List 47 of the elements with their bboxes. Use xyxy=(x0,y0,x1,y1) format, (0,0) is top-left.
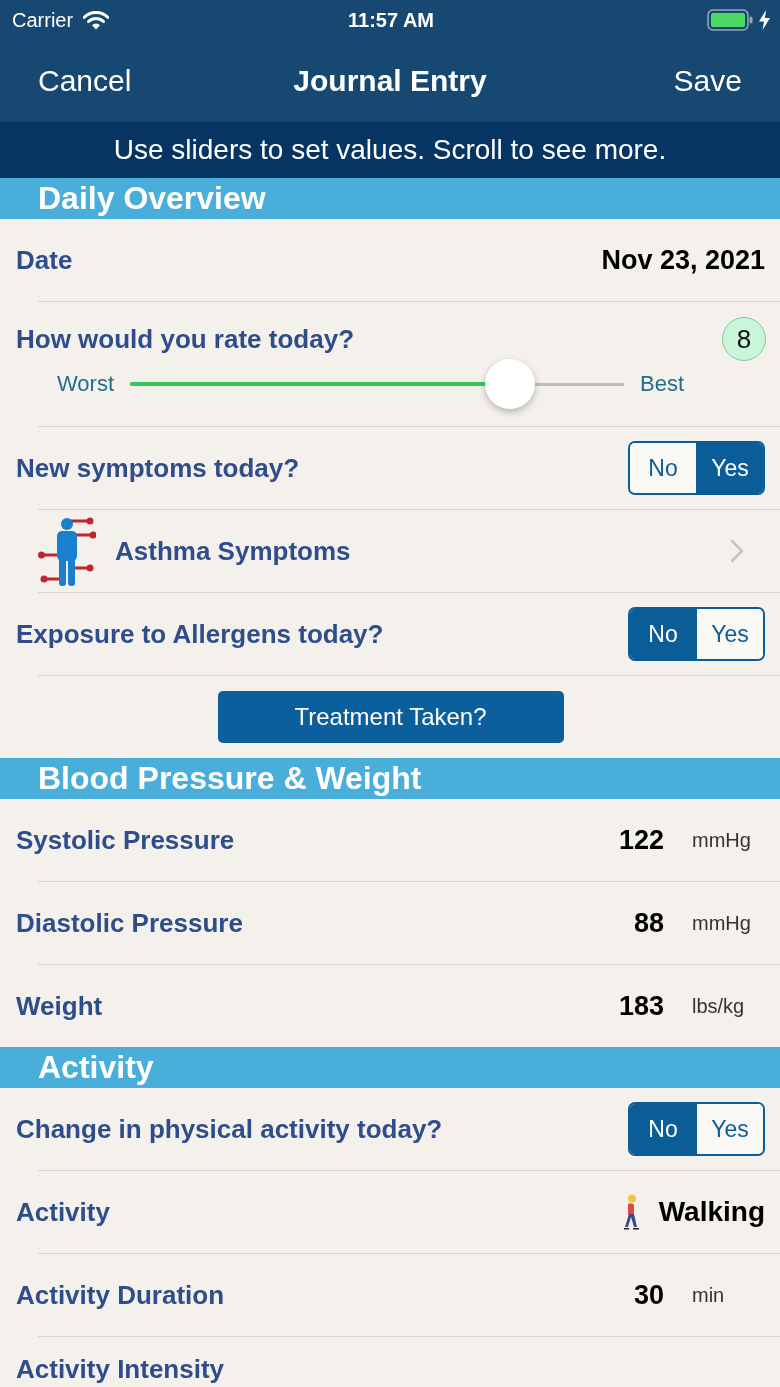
field-value[interactable]: Nov 23, 2021 xyxy=(601,244,765,276)
carrier-label: Carrier xyxy=(12,8,74,32)
unit-label: mmHg xyxy=(692,911,752,935)
field-value[interactable]: Walking xyxy=(658,1196,765,1228)
field-label: Activity Duration xyxy=(16,1279,226,1311)
question-label: Activity Intensity xyxy=(16,1353,226,1385)
save-button[interactable]: Save xyxy=(673,64,742,98)
field-value[interactable]: 30 xyxy=(633,1279,664,1311)
treatment-button[interactable]: Treatment Taken? xyxy=(217,691,564,743)
cancel-button[interactable]: Cancel xyxy=(38,64,132,98)
unit-label: lbs/kg xyxy=(692,994,746,1018)
question-label: New symptoms today? xyxy=(16,452,301,484)
wifi-icon xyxy=(83,10,110,30)
field-label: Systolic Pressure xyxy=(16,824,236,856)
field-label: Diastolic Pressure xyxy=(16,907,244,939)
field-label: Date xyxy=(16,244,74,276)
segment-option[interactable]: Yes xyxy=(696,609,763,659)
instruction-banner: Use sliders to set values. Scroll to see more. xyxy=(0,122,780,178)
section-header: Blood Pressure & Weight xyxy=(0,758,780,799)
unit-label: mmHg xyxy=(692,828,752,852)
field-value[interactable]: 122 xyxy=(618,824,664,856)
segment-option[interactable]: Yes xyxy=(696,443,763,493)
symptoms-link[interactable]: Asthma Symptoms xyxy=(115,535,711,567)
segment-option[interactable]: No xyxy=(630,443,696,493)
question-label: Exposure to Allergens today? xyxy=(16,618,385,650)
segment-option[interactable]: No xyxy=(630,609,696,659)
question-label: Change in physical activity today? xyxy=(16,1113,444,1145)
field-label: Weight xyxy=(16,990,104,1022)
field-value[interactable]: 88 xyxy=(633,907,664,939)
person-icon xyxy=(38,516,96,586)
slider-min-label: Worst xyxy=(57,371,115,397)
question-label: How would you rate today? xyxy=(16,323,355,355)
unit-label: min xyxy=(692,1283,726,1307)
charging-bolt-icon xyxy=(759,10,770,30)
field-label: Activity xyxy=(16,1196,111,1228)
slider-max-label: Best xyxy=(640,371,685,397)
section-header: Activity xyxy=(0,1047,780,1088)
status-time: 11:57 AM xyxy=(348,8,434,32)
segment-option[interactable]: No xyxy=(630,1104,696,1154)
rating-badge: 8 xyxy=(722,317,766,361)
segment-option[interactable]: Yes xyxy=(696,1104,763,1154)
section-header: Daily Overview xyxy=(0,178,780,219)
battery-icon xyxy=(707,9,753,31)
screen-title: Journal Entry xyxy=(293,64,487,98)
slider-thumb[interactable] xyxy=(485,359,536,409)
chevron-right-icon[interactable] xyxy=(730,539,744,563)
field-value[interactable]: 183 xyxy=(618,990,664,1022)
